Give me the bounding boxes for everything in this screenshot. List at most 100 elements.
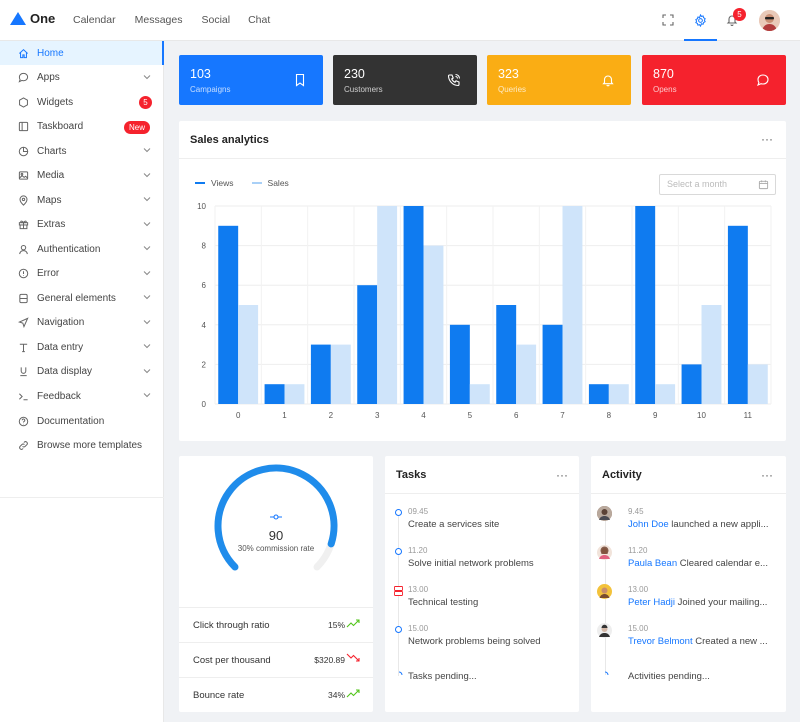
nav-chat[interactable]: Chat [248,14,270,26]
panel-divider [179,158,786,159]
loading-spinner-icon [395,671,403,682]
chevron-down-icon [143,367,151,377]
sidebar-item-maps[interactable]: Maps [0,188,164,212]
gauge-value: 90 [268,528,284,543]
user-avatar[interactable] [759,10,780,31]
task-time: 11.20 [408,546,428,555]
tasks-title: Tasks [396,469,427,481]
sidebar-item-general-elements[interactable]: General elements [0,286,164,310]
sidebar-item-widgets[interactable]: Widgets 5 [0,90,164,114]
image-icon [17,170,29,182]
sidebar-item-documentation[interactable]: Documentation [0,409,164,433]
sidebar: Home Apps Widgets 5 Taskboard New Charts… [0,41,164,722]
nav-social[interactable]: Social [201,14,230,26]
activity-user-link[interactable]: Peter Hadji [628,597,675,608]
trend-up-icon [346,688,360,698]
activity-description: Cleared calendar e... [677,558,768,569]
sidebar-item-navigation[interactable]: Navigation [0,311,164,335]
sidebar-item-authentication[interactable]: Authentication [0,237,164,261]
sidebar-item-label: General elements [37,292,116,304]
tasks-more-menu-icon[interactable]: ··· [556,468,568,482]
stat-card-queries[interactable]: 323 Queries [487,55,631,105]
settings-active-indicator [684,39,717,41]
top-nav: Calendar Messages Social Chat [73,14,270,26]
y-tick-label: 6 [202,281,207,290]
calendar-icon [758,179,769,193]
bar-sales [655,384,676,404]
fullscreen-icon[interactable] [660,12,676,28]
sidebar-item-home[interactable]: Home [0,41,164,65]
nav-messages[interactable]: Messages [135,14,183,26]
sidebar-item-data-entry[interactable]: Data entry [0,335,164,359]
sales-more-menu-icon[interactable]: ··· [761,132,773,146]
bar-views [310,344,331,404]
app-logo[interactable]: One [10,11,55,26]
chevron-down-icon [143,171,151,181]
sidebar-item-label: Data entry [37,341,84,353]
server-icon [394,586,403,599]
x-tick-label: 6 [514,411,519,420]
settings-gear-icon[interactable] [692,12,708,28]
metric-bounce-rate: Bounce rate 34% [179,677,373,712]
activity-more-menu-icon[interactable]: ··· [761,468,773,482]
x-tick-label: 2 [329,411,334,420]
activity-time: 13.00 [628,585,649,594]
stat-card-customers[interactable]: 230 Customers [333,55,477,105]
help-icon [17,415,29,427]
trend-up-icon [346,618,360,628]
chevron-down-icon [143,269,151,279]
y-tick-label: 0 [202,400,207,409]
sidebar-item-apps[interactable]: Apps [0,66,164,90]
sidebar-item-label: Taskboard [37,121,84,132]
sidebar-item-taskboard[interactable]: Taskboard New [0,115,164,139]
activity-user-link[interactable]: Paula Bean [628,558,677,569]
stat-card-opens[interactable]: 870 Opens [642,55,786,105]
x-tick-label: 10 [697,411,706,420]
terminal-icon [17,390,29,402]
stat-value: 230 [344,67,365,81]
pie-icon [17,145,29,157]
stat-card-campaigns[interactable]: 103 Campaigns [179,55,323,105]
activity-time: 15.00 [628,624,649,633]
hexagon-icon [17,96,29,108]
database-icon [17,292,29,304]
activity-text: John Doe launched a new appli... [628,519,769,530]
bell-icon [601,73,615,87]
sidebar-item-media[interactable]: Media [0,164,164,188]
activity-text: Peter Hadji Joined your mailing... [628,597,767,608]
metric-click-through: Click through ratio 15% [179,607,373,642]
chevron-down-icon [143,342,151,352]
sidebar-item-label: Media [37,170,65,181]
panel-divider [591,493,786,494]
bar-views [681,364,702,404]
stat-label: Queries [498,85,527,94]
sidebar-item-feedback[interactable]: Feedback [0,384,164,408]
sidebar-item-error[interactable]: Error [0,262,164,286]
activity-time: 9.45 [628,507,644,516]
task-text: Technical testing [408,597,479,608]
x-tick-label: 8 [607,411,612,420]
task-text: Solve initial network problems [408,558,534,569]
sidebar-item-charts[interactable]: Charts [0,139,164,163]
sidebar-item-data-display[interactable]: Data display [0,360,164,384]
tasks-pending-text: Tasks pending... [408,671,477,682]
x-tick-label: 0 [236,411,241,420]
avatar [597,545,612,560]
activity-user-link[interactable]: Trevor Belmont [628,636,693,647]
sidebar-item-extras[interactable]: Extras [0,213,164,237]
sidebar-item-label: Error [37,268,60,279]
alert-icon [17,268,29,280]
nav-calendar[interactable]: Calendar [73,14,116,26]
metric-value: 15% [327,620,345,630]
activity-user-link[interactable]: John Doe [628,519,669,530]
metric-cost-per-thousand: Cost per thousand $320.89 [179,642,373,677]
sidebar-item-label: Apps [37,72,60,83]
legend-views-swatch [195,182,205,184]
activity-text: Paula Bean Cleared calendar e... [628,558,768,569]
y-tick-label: 4 [202,321,207,330]
sidebar-item-browse-templates[interactable]: Browse more templates [0,434,164,458]
sidebar-item-label: Browse more templates [37,440,143,451]
task-time: 09.45 [408,507,429,516]
gauge-label: 30% commission rate [237,544,315,553]
notification-count-badge: 5 [733,8,746,21]
